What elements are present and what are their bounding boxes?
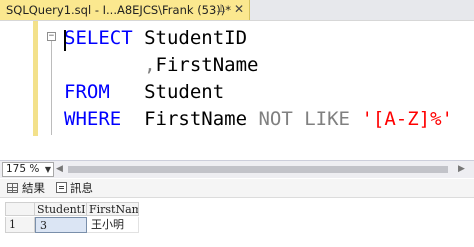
horizontal-scrollbar-thumb[interactable] bbox=[68, 166, 448, 173]
grid-corner[interactable] bbox=[5, 202, 35, 216]
tab-results[interactable]: 結果 bbox=[7, 181, 45, 196]
outline-line bbox=[51, 41, 52, 135]
code-token: '[A-Z]%' bbox=[361, 108, 453, 130]
tab-messages[interactable]: 訊息 bbox=[56, 181, 93, 196]
cell-studentid[interactable]: 3 bbox=[35, 217, 87, 233]
code-token: StudentID bbox=[132, 27, 248, 49]
code-token: FROM bbox=[64, 81, 110, 103]
close-icon[interactable]: ✕ bbox=[232, 2, 246, 16]
column-header-studentid[interactable]: StudentID bbox=[35, 202, 87, 216]
document-tab-bar: SQLQuery1.sql - I...A8EJCS\Frank (53))* … bbox=[0, 0, 474, 21]
code-line[interactable]: ,FirstName bbox=[64, 52, 453, 79]
code-token: Student bbox=[109, 81, 225, 103]
editor-status-bar: 175 % ▼ ◀ ▶ bbox=[0, 160, 474, 178]
zoom-value: 175 % bbox=[6, 163, 40, 175]
chevron-down-icon: ▼ bbox=[44, 165, 51, 174]
sql-editor[interactable]: − SELECT StudentID ,FirstName FROM Studen… bbox=[0, 21, 474, 158]
cell-firstname[interactable]: 王小明 bbox=[87, 217, 139, 233]
text-caret bbox=[64, 30, 66, 51]
code-line[interactable]: SELECT StudentID bbox=[64, 25, 453, 52]
results-tab-strip: 結果 訊息 bbox=[0, 179, 474, 198]
scroll-left-icon[interactable]: ◀ bbox=[56, 164, 63, 174]
sql-code[interactable]: SELECT StudentID ,FirstName FROM Student W… bbox=[64, 25, 453, 133]
collapse-icon[interactable]: − bbox=[47, 32, 56, 41]
code-token: SELECT bbox=[64, 27, 133, 49]
code-line[interactable]: WHERE FirstName NOT LIKE '[A-Z]%' bbox=[64, 106, 453, 133]
query-tab-title: SQLQuery1.sql - I...A8EJCS\Frank (53))* bbox=[6, 3, 232, 17]
row-number[interactable]: 1 bbox=[5, 217, 35, 233]
pin-icon[interactable]: ⊥ bbox=[214, 2, 228, 16]
code-line[interactable]: FROM Student bbox=[64, 79, 453, 106]
scroll-right-icon[interactable]: ▶ bbox=[458, 164, 465, 174]
query-tab[interactable]: SQLQuery1.sql - I...A8EJCS\Frank (53))* … bbox=[0, 0, 250, 20]
tab-results-label: 結果 bbox=[22, 181, 45, 195]
code-token: FirstName bbox=[155, 54, 259, 76]
column-header-firstname[interactable]: FirstName bbox=[87, 202, 139, 216]
code-token: FirstName bbox=[121, 108, 259, 130]
code-token: NOT LIKE bbox=[258, 108, 350, 130]
messages-icon bbox=[56, 182, 67, 193]
code-token: , bbox=[144, 54, 156, 76]
results-grid[interactable]: StudentID FirstName 1 3 王小明 bbox=[0, 198, 474, 247]
zoom-select[interactable]: 175 % ▼ bbox=[2, 162, 54, 177]
grid-icon bbox=[7, 183, 18, 193]
change-tracking-bar bbox=[33, 21, 38, 136]
tab-messages-label: 訊息 bbox=[70, 181, 93, 195]
code-token: WHERE bbox=[64, 108, 122, 130]
